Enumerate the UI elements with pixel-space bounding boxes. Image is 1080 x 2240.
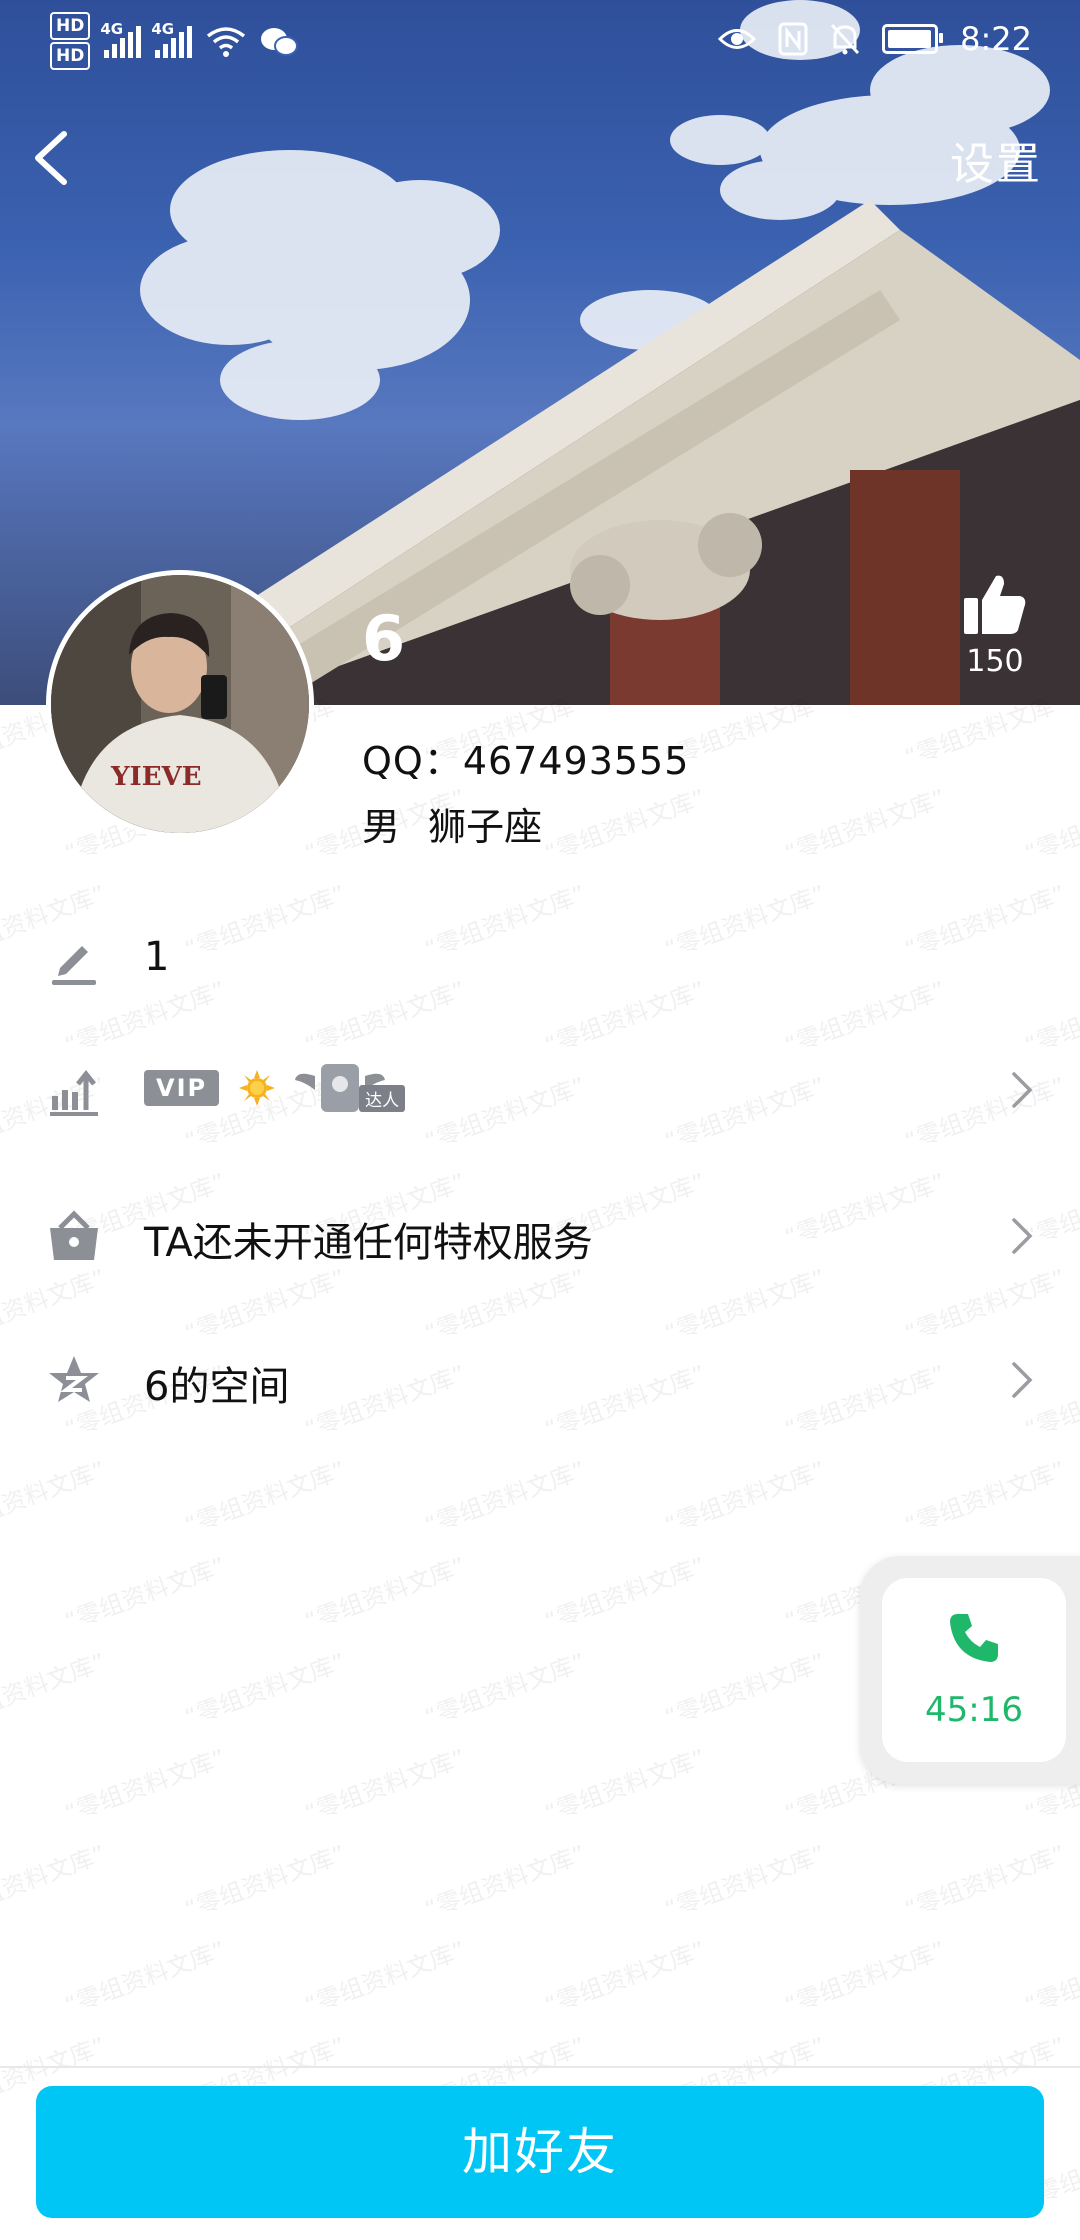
mute-bell-icon (831, 23, 860, 55)
watermark-text: “零组资料文库” (0, 1839, 110, 1924)
constellation: 狮子座 (428, 805, 543, 849)
watermark-text: “零组资料文库” (661, 1455, 830, 1540)
watermark-text: “零组资料文库” (181, 1839, 350, 1924)
signature-text: 1 (144, 934, 170, 980)
watermark-text: “零组资料文库” (301, 1935, 470, 2020)
watermark-text: “零组资料文库” (661, 1839, 830, 1924)
like-button[interactable]: 150 (950, 572, 1040, 679)
avatar-photo: YIEVE (51, 575, 309, 833)
wechat-icon (261, 28, 299, 56)
shop-bag-icon (50, 1210, 98, 1260)
gender-constellation: 男 狮子座 (362, 796, 542, 851)
profile-page: HD HD 4G 4G 8:22 设置 6 150 YIEVE “零组资料文库”… (0, 0, 1080, 2240)
watermark-text: “零组资料文库” (181, 1647, 350, 1732)
chevron-left-icon (35, 131, 67, 185)
watermark-text: “零组资料文库” (541, 783, 710, 868)
add-friend-button[interactable]: 加好友 (36, 2086, 1044, 2218)
sun-level-icon (239, 1070, 276, 1106)
watermark-text: “零组资料文库” (901, 1839, 1070, 1924)
watermark-text: “零组资料文库” (61, 1743, 230, 1828)
like-count: 150 (966, 644, 1024, 679)
qzone-row[interactable]: 6的空间 (0, 1320, 1080, 1440)
chevron-right-icon (1012, 1072, 1033, 1108)
pencil-icon (52, 946, 96, 985)
gender: 男 (362, 805, 401, 849)
watermark-text: “零组资料文库” (301, 1551, 470, 1636)
nickname: 6 (362, 602, 406, 675)
level-badges-row[interactable]: VIP 达人 (0, 1030, 1080, 1150)
watermark-text: “零组资料文库” (541, 1743, 710, 1828)
watermark-text: “零组资料文库” (181, 1455, 350, 1540)
call-card[interactable]: 45:16 (882, 1578, 1066, 1762)
qzone-text: 6的空间 (144, 1364, 290, 1410)
back-button[interactable] (22, 118, 82, 198)
call-duration: 45:16 (925, 1690, 1023, 1730)
qq-number: QQ：467493555 (362, 739, 690, 783)
watermark-text: “零组资料文库” (661, 1647, 830, 1732)
watermark-text: “零组资料文库” (901, 1455, 1070, 1540)
watermark-text: “零组资料文库” (541, 1935, 710, 2020)
daren-badge: 达人 (295, 1060, 406, 1116)
svg-text:YIEVE: YIEVE (110, 762, 202, 792)
chevron-right-icon (1012, 1362, 1033, 1398)
watermark-text: “零组资料文库” (781, 783, 950, 868)
battery-icon (882, 24, 944, 54)
vip-badge: VIP (144, 1070, 220, 1106)
watermark-text: “零组资料文库” (61, 1935, 230, 2020)
watermark-text: “零组资料文库” (421, 1455, 590, 1540)
signal-icon-2: 4G (151, 20, 193, 58)
daren-label: 达人 (359, 1085, 406, 1112)
badges: VIP 达人 (144, 1060, 406, 1116)
signature-row: 1 (0, 900, 1080, 1020)
call-floating-window[interactable]: 45:16 (860, 1556, 1080, 1784)
hd-indicator: HD HD (50, 12, 91, 72)
bottom-divider (0, 2066, 1080, 2068)
growth-chart-icon (50, 1069, 98, 1116)
status-bar: HD HD 4G 4G 8:22 (0, 0, 1080, 80)
signal-icon: 4G (100, 20, 142, 58)
watermark-text: “零组资料文库” (61, 1551, 230, 1636)
watermark-text: “零组资料文库” (0, 1455, 110, 1540)
wifi-icon (207, 27, 246, 57)
privilege-text: TA还未开通任何特权服务 (144, 1220, 593, 1266)
eye-comfort-icon (718, 29, 757, 49)
watermark-text: “零组资料文库” (1021, 783, 1080, 868)
watermark-text: “零组资料文库” (1021, 1935, 1080, 2020)
phone-icon (950, 1614, 998, 1662)
privilege-row[interactable]: TA还未开通任何特权服务 (0, 1176, 1080, 1296)
clock: 8:22 (960, 20, 1032, 58)
avatar[interactable]: YIEVE (46, 570, 314, 838)
watermark-text: “零组资料文库” (421, 1647, 590, 1732)
nfc-icon (778, 22, 808, 56)
watermark-text: “零组资料文库” (301, 1743, 470, 1828)
watermark-text: “零组资料文库” (541, 1551, 710, 1636)
watermark-text: “零组资料文库” (901, 700, 1070, 772)
chevron-right-icon (1012, 1218, 1033, 1254)
thumbs-up-icon (964, 575, 1026, 634)
watermark-text: “零组资料文库” (0, 1647, 110, 1732)
qzone-star-icon (49, 1356, 99, 1402)
watermark-text: “零组资料文库” (421, 1839, 590, 1924)
watermark-text: “零组资料文库” (781, 1935, 950, 2020)
settings-button[interactable]: 设置 (950, 128, 1042, 192)
